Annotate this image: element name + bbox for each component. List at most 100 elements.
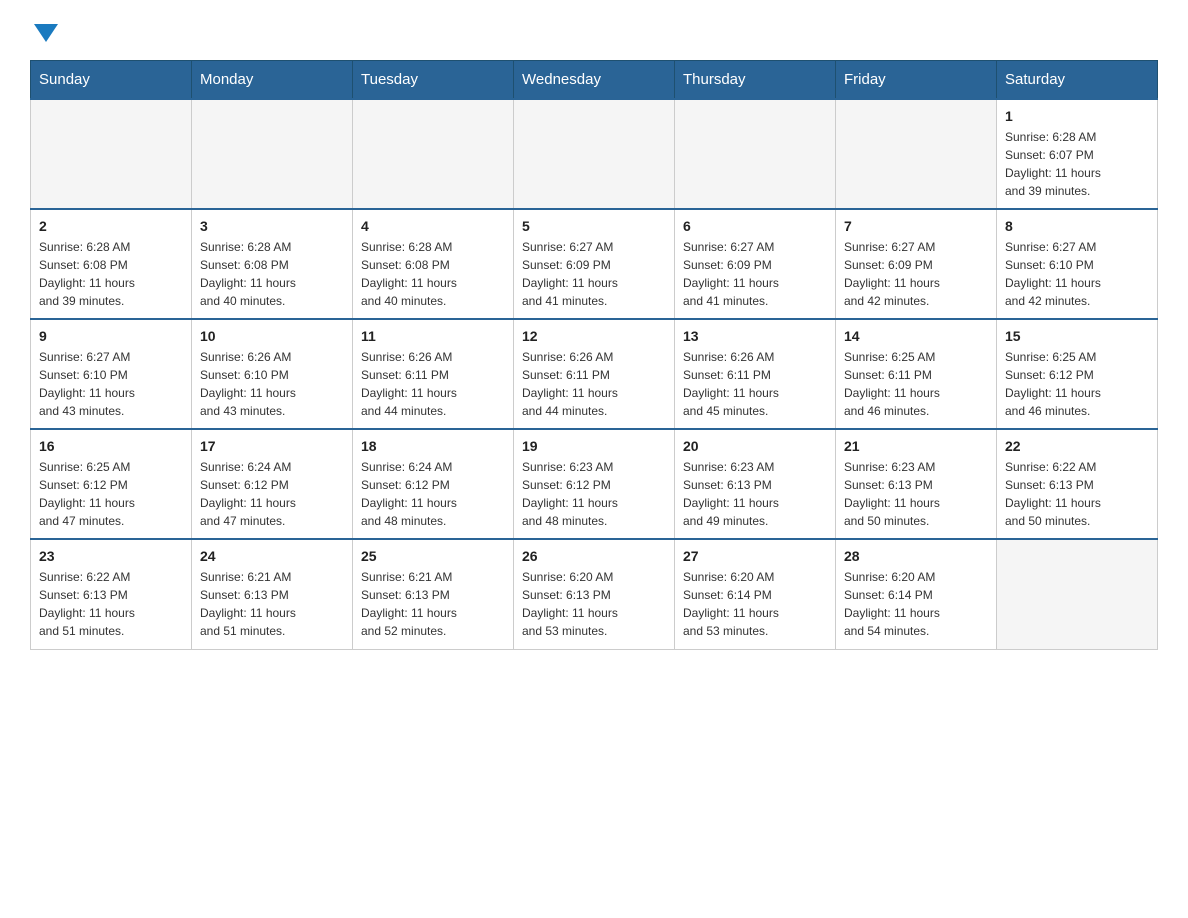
calendar-cell: 11 Sunrise: 6:26 AMSunset: 6:11 PMDayligh…	[353, 319, 514, 429]
day-number: 28	[844, 548, 988, 564]
calendar-cell	[675, 99, 836, 209]
calendar-cell: 15 Sunrise: 6:25 AMSunset: 6:12 PMDayligh…	[997, 319, 1158, 429]
calendar-cell: 8 Sunrise: 6:27 AMSunset: 6:10 PMDaylight…	[997, 209, 1158, 319]
day-info: Sunrise: 6:25 AMSunset: 6:12 PMDaylight:…	[39, 458, 183, 530]
calendar-cell: 4 Sunrise: 6:28 AMSunset: 6:08 PMDaylight…	[353, 209, 514, 319]
calendar-cell: 25 Sunrise: 6:21 AMSunset: 6:13 PMDayligh…	[353, 539, 514, 649]
calendar-cell: 7 Sunrise: 6:27 AMSunset: 6:09 PMDaylight…	[836, 209, 997, 319]
day-info: Sunrise: 6:23 AMSunset: 6:12 PMDaylight:…	[522, 458, 666, 530]
day-number: 14	[844, 328, 988, 344]
day-of-week-header: Friday	[836, 61, 997, 100]
calendar-cell: 18 Sunrise: 6:24 AMSunset: 6:12 PMDayligh…	[353, 429, 514, 539]
calendar-cell: 6 Sunrise: 6:27 AMSunset: 6:09 PMDaylight…	[675, 209, 836, 319]
day-number: 15	[1005, 328, 1149, 344]
day-number: 11	[361, 328, 505, 344]
day-info: Sunrise: 6:22 AMSunset: 6:13 PMDaylight:…	[1005, 458, 1149, 530]
day-number: 1	[1005, 108, 1149, 124]
week-row: 1 Sunrise: 6:28 AMSunset: 6:07 PMDaylight…	[31, 99, 1158, 209]
day-number: 7	[844, 218, 988, 234]
day-of-week-header: Tuesday	[353, 61, 514, 100]
calendar-cell: 26 Sunrise: 6:20 AMSunset: 6:13 PMDayligh…	[514, 539, 675, 649]
day-of-week-header: Thursday	[675, 61, 836, 100]
calendar-cell: 22 Sunrise: 6:22 AMSunset: 6:13 PMDayligh…	[997, 429, 1158, 539]
day-number: 27	[683, 548, 827, 564]
week-row: 16 Sunrise: 6:25 AMSunset: 6:12 PMDayligh…	[31, 429, 1158, 539]
calendar-cell: 10Sunrise: 6:26 AMSunset: 6:10 PMDayligh…	[192, 319, 353, 429]
day-info: Sunrise: 6:20 AMSunset: 6:14 PMDaylight:…	[683, 568, 827, 640]
day-number: 24	[200, 548, 344, 564]
day-number: 25	[361, 548, 505, 564]
week-row: 2 Sunrise: 6:28 AMSunset: 6:08 PMDaylight…	[31, 209, 1158, 319]
day-info: Sunrise: 6:26 AMSunset: 6:11 PMDaylight:…	[361, 348, 505, 420]
day-info: Sunrise: 6:20 AMSunset: 6:13 PMDaylight:…	[522, 568, 666, 640]
day-number: 16	[39, 438, 183, 454]
day-number: 21	[844, 438, 988, 454]
calendar-cell: 19 Sunrise: 6:23 AMSunset: 6:12 PMDayligh…	[514, 429, 675, 539]
calendar-cell: 16 Sunrise: 6:25 AMSunset: 6:12 PMDayligh…	[31, 429, 192, 539]
day-number: 17	[200, 438, 344, 454]
day-number: 20	[683, 438, 827, 454]
day-info: Sunrise: 6:28 AMSunset: 6:07 PMDaylight:…	[1005, 128, 1149, 200]
day-number: 18	[361, 438, 505, 454]
day-number: 2	[39, 218, 183, 234]
day-info: Sunrise: 6:28 AMSunset: 6:08 PMDaylight:…	[361, 238, 505, 310]
day-info: Sunrise: 6:23 AMSunset: 6:13 PMDaylight:…	[683, 458, 827, 530]
day-number: 19	[522, 438, 666, 454]
week-row: 9 Sunrise: 6:27 AMSunset: 6:10 PMDaylight…	[31, 319, 1158, 429]
calendar-table: SundayMondayTuesdayWednesdayThursdayFrid…	[30, 60, 1158, 650]
day-info: Sunrise: 6:21 AMSunset: 6:13 PMDaylight:…	[361, 568, 505, 640]
day-info: Sunrise: 6:27 AMSunset: 6:09 PMDaylight:…	[522, 238, 666, 310]
calendar-cell: 24 Sunrise: 6:21 AMSunset: 6:13 PMDayligh…	[192, 539, 353, 649]
calendar-cell	[31, 99, 192, 209]
calendar-cell: 2 Sunrise: 6:28 AMSunset: 6:08 PMDaylight…	[31, 209, 192, 319]
calendar-cell	[514, 99, 675, 209]
day-info: Sunrise: 6:27 AMSunset: 6:10 PMDaylight:…	[1005, 238, 1149, 310]
day-of-week-header: Wednesday	[514, 61, 675, 100]
day-number: 13	[683, 328, 827, 344]
day-number: 23	[39, 548, 183, 564]
day-info: Sunrise: 6:25 AMSunset: 6:11 PMDaylight:…	[844, 348, 988, 420]
day-number: 9	[39, 328, 183, 344]
calendar-cell: 3Sunrise: 6:28 AMSunset: 6:08 PMDaylight…	[192, 209, 353, 319]
logo-triangle-icon	[34, 24, 58, 42]
week-row: 23 Sunrise: 6:22 AMSunset: 6:13 PMDayligh…	[31, 539, 1158, 649]
calendar-header-row: SundayMondayTuesdayWednesdayThursdayFrid…	[31, 61, 1158, 100]
calendar-cell: 17 Sunrise: 6:24 AMSunset: 6:12 PMDayligh…	[192, 429, 353, 539]
day-of-week-header: Monday	[192, 61, 353, 100]
calendar-cell: 21 Sunrise: 6:23 AMSunset: 6:13 PMDayligh…	[836, 429, 997, 539]
day-info: Sunrise: 6:27 AMSunset: 6:10 PMDaylight:…	[39, 348, 183, 420]
calendar-cell: 13 Sunrise: 6:26 AMSunset: 6:11 PMDayligh…	[675, 319, 836, 429]
day-info: Sunrise: 6:24 AMSunset: 6:12 PMDaylight:…	[361, 458, 505, 530]
day-info: Sunrise: 6:25 AMSunset: 6:12 PMDaylight:…	[1005, 348, 1149, 420]
calendar-cell: 14 Sunrise: 6:25 AMSunset: 6:11 PMDayligh…	[836, 319, 997, 429]
page-header	[30, 20, 1158, 40]
day-number: 26	[522, 548, 666, 564]
calendar-cell	[836, 99, 997, 209]
day-info: Sunrise: 6:28 AMSunset: 6:08 PMDaylight:…	[200, 238, 344, 310]
day-info: Sunrise: 6:22 AMSunset: 6:13 PMDaylight:…	[39, 568, 183, 640]
calendar-cell	[997, 539, 1158, 649]
day-number: 12	[522, 328, 666, 344]
logo	[30, 20, 58, 40]
calendar-cell	[192, 99, 353, 209]
day-info: Sunrise: 6:24 AMSunset: 6:12 PMDaylight:…	[200, 458, 344, 530]
calendar-cell: 27 Sunrise: 6:20 AMSunset: 6:14 PMDayligh…	[675, 539, 836, 649]
day-info: Sunrise: 6:23 AMSunset: 6:13 PMDaylight:…	[844, 458, 988, 530]
day-of-week-header: Saturday	[997, 61, 1158, 100]
day-info: Sunrise: 6:21 AMSunset: 6:13 PMDaylight:…	[200, 568, 344, 640]
day-info: Sunrise: 6:26 AMSunset: 6:11 PMDaylight:…	[683, 348, 827, 420]
day-number: 6	[683, 218, 827, 234]
day-info: Sunrise: 6:27 AMSunset: 6:09 PMDaylight:…	[844, 238, 988, 310]
calendar-cell: 9 Sunrise: 6:27 AMSunset: 6:10 PMDaylight…	[31, 319, 192, 429]
day-number: 5	[522, 218, 666, 234]
day-number: 4	[361, 218, 505, 234]
day-number: 22	[1005, 438, 1149, 454]
day-info: Sunrise: 6:28 AMSunset: 6:08 PMDaylight:…	[39, 238, 183, 310]
calendar-cell: 5 Sunrise: 6:27 AMSunset: 6:09 PMDaylight…	[514, 209, 675, 319]
calendar-cell: 23 Sunrise: 6:22 AMSunset: 6:13 PMDayligh…	[31, 539, 192, 649]
calendar-cell: 12Sunrise: 6:26 AMSunset: 6:11 PMDayligh…	[514, 319, 675, 429]
calendar-cell: 20 Sunrise: 6:23 AMSunset: 6:13 PMDayligh…	[675, 429, 836, 539]
day-info: Sunrise: 6:27 AMSunset: 6:09 PMDaylight:…	[683, 238, 827, 310]
day-number: 8	[1005, 218, 1149, 234]
calendar-cell: 28Sunrise: 6:20 AMSunset: 6:14 PMDayligh…	[836, 539, 997, 649]
